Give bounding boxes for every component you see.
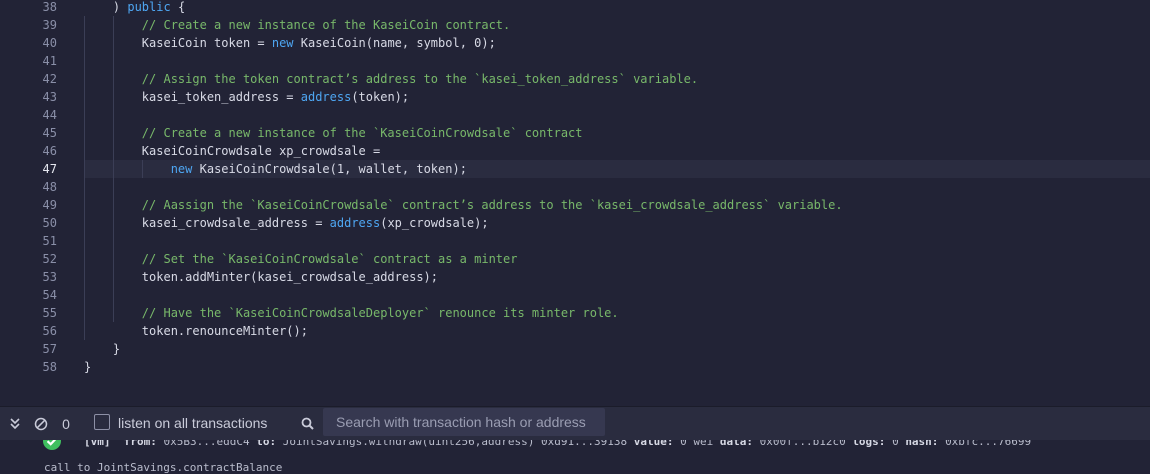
transaction-log-entry[interactable]: [vm] from: 0x5B3...eddC4 to: JointSaving…: [84, 440, 1031, 449]
logs-label: logs:: [852, 440, 886, 448]
to-label: to:: [256, 440, 277, 448]
check-circle-icon: [43, 440, 61, 450]
code-text: }: [84, 342, 121, 356]
code-line[interactable]: token.renounceMinter();: [84, 322, 1150, 340]
line-number[interactable]: 57: [0, 340, 57, 358]
line-number-gutter: 38 39 40 41 42 43 44 45 46 47 48 49 50 51 52 53 54 55 56 57…: [0, 0, 70, 406]
code-line[interactable]: kasei_crowdsale_address = address(xp_cro…: [84, 214, 1150, 232]
hash-value: 0xbfc...76699: [945, 440, 1032, 448]
indent-guide: [142, 160, 143, 178]
code-line[interactable]: // Create a new instance of the `KaseiCo…: [84, 124, 1150, 142]
listen-checkbox[interactable]: [94, 414, 110, 430]
code-line[interactable]: [84, 106, 1150, 124]
code-text: KaseiCoinCrowdsale xp_crowdsale =: [84, 144, 381, 158]
value-label: value:: [633, 440, 674, 448]
line-number[interactable]: 49: [0, 196, 57, 214]
code-comment: // Aassign the `KaseiCoinCrowdsale` cont…: [84, 198, 843, 212]
terminal-toolbar: 0 listen on all transactions: [0, 406, 1150, 440]
code-line[interactable]: // Aassign the `KaseiCoinCrowdsale` cont…: [84, 196, 1150, 214]
from-value: 0x5B3...eddC4: [163, 440, 250, 448]
code-comment: // Create a new instance of the KaseiCoi…: [84, 18, 511, 32]
data-value: 0x00f...b12c0: [759, 440, 846, 448]
code-keyword: new: [271, 36, 294, 50]
logs-value: 0: [892, 440, 899, 448]
code-line[interactable]: [84, 232, 1150, 250]
line-number[interactable]: 56: [0, 322, 57, 340]
line-number[interactable]: 46: [0, 142, 57, 160]
code-line[interactable]: [84, 286, 1150, 304]
code-text: (xp_crowdsale);: [380, 216, 489, 230]
code-line[interactable]: ) public {: [84, 0, 1150, 16]
code-line[interactable]: [84, 178, 1150, 196]
code-comment: // Have the `KaseiCoinCrowdsaleDeployer`…: [84, 306, 619, 320]
to-value: JointSavings.withdraw(uint256,address) 0…: [282, 440, 628, 448]
code-comment: // Set the `KaseiCoinCrowdsale` contract…: [84, 252, 518, 266]
code-line[interactable]: // Have the `KaseiCoinCrowdsaleDeployer`…: [84, 304, 1150, 322]
code-text: kasei_token_address =: [84, 90, 301, 104]
from-label: from:: [123, 440, 157, 448]
line-number[interactable]: 58: [0, 358, 57, 376]
line-number[interactable]: 47: [0, 160, 57, 178]
magnifier-icon: [298, 407, 316, 440]
code-line[interactable]: }: [84, 340, 1150, 358]
line-number[interactable]: 38: [0, 0, 57, 16]
code-text: KaseiCoin(name, symbol, 0);: [293, 36, 496, 50]
code-text: (token);: [351, 90, 410, 104]
line-number[interactable]: 39: [0, 16, 57, 34]
code-text: ): [84, 0, 128, 14]
double-chevron-down-icon[interactable]: [4, 407, 26, 440]
code-line[interactable]: // Assign the token contract’s address t…: [84, 70, 1150, 88]
code-text: {: [170, 0, 186, 14]
search-input[interactable]: [323, 408, 605, 436]
code-area[interactable]: ) public { // Create a new instance of t…: [70, 0, 1150, 406]
line-number[interactable]: 48: [0, 178, 57, 196]
indent-guide: [113, 16, 114, 322]
data-label: data:: [719, 440, 753, 448]
code-keyword: public: [127, 0, 171, 14]
line-number[interactable]: 52: [0, 250, 57, 268]
line-number[interactable]: 55: [0, 304, 57, 322]
listen-label: listen on all transactions: [118, 415, 268, 431]
code-text: kasei_crowdsale_address =: [84, 216, 330, 230]
code-line[interactable]: // Create a new instance of the KaseiCoi…: [84, 16, 1150, 34]
pending-count: 0: [62, 415, 70, 432]
call-log-entry[interactable]: call to JointSavings.contractBalance: [44, 461, 282, 474]
code-line[interactable]: KaseiCoin token = new KaseiCoin(name, sy…: [84, 34, 1150, 52]
code-line[interactable]: kasei_token_address = address(token);: [84, 88, 1150, 106]
code-text: }: [84, 360, 92, 374]
code-line[interactable]: KaseiCoinCrowdsale xp_crowdsale =: [84, 142, 1150, 160]
code-line[interactable]: [84, 52, 1150, 70]
code-editor[interactable]: 38 39 40 41 42 43 44 45 46 47 48 49 50 51 52 53 54 55 56 57…: [0, 0, 1150, 406]
line-number[interactable]: 45: [0, 124, 57, 142]
hash-label: hash:: [905, 440, 939, 448]
code-keyword: address: [329, 216, 381, 230]
code-comment: // Assign the token contract’s address t…: [84, 72, 699, 86]
code-text: token.addMinter(kasei_crowdsale_address)…: [84, 270, 439, 284]
line-number[interactable]: 51: [0, 232, 57, 250]
line-number[interactable]: 42: [0, 70, 57, 88]
line-number[interactable]: 40: [0, 34, 57, 52]
code-keyword: new: [170, 162, 193, 176]
line-number[interactable]: 50: [0, 214, 57, 232]
code-text: token.renounceMinter();: [84, 324, 308, 338]
line-number[interactable]: 43: [0, 88, 57, 106]
line-number[interactable]: 41: [0, 52, 57, 70]
line-number[interactable]: 54: [0, 286, 57, 304]
vm-tag: [vm]: [84, 440, 111, 448]
value-value: 0 wei: [680, 440, 714, 448]
code-line[interactable]: new KaseiCoinCrowdsale(1, wallet, token)…: [84, 160, 1150, 178]
code-text: KaseiCoinCrowdsale(1, wallet, token);: [192, 162, 467, 176]
code-line[interactable]: }: [84, 358, 1150, 376]
code-line[interactable]: // Set the `KaseiCoinCrowdsale` contract…: [84, 250, 1150, 268]
code-keyword: address: [300, 90, 352, 104]
line-number[interactable]: 53: [0, 268, 57, 286]
indent-guide: [84, 16, 85, 340]
clear-circle-icon[interactable]: [30, 407, 52, 440]
terminal-log: [vm] from: 0x5B3...eddC4 to: JointSaving…: [0, 440, 1150, 474]
code-comment: // Create a new instance of the `KaseiCo…: [84, 126, 583, 140]
line-number[interactable]: 44: [0, 106, 57, 124]
code-line[interactable]: token.addMinter(kasei_crowdsale_address)…: [84, 268, 1150, 286]
